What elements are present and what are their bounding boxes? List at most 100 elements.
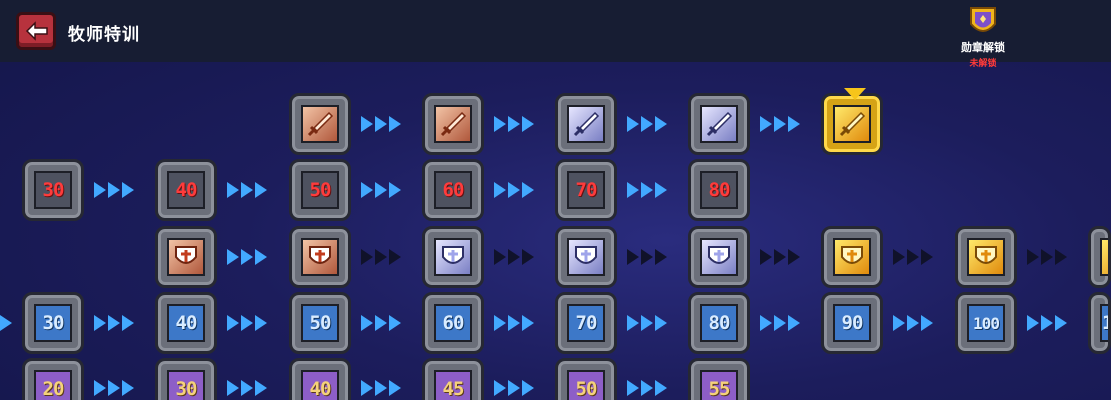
blue-level-node[interactable]: 100 [955,292,1017,354]
red-level-node[interactable]: 80 [688,159,750,221]
blue-level-node[interactable]: 80 [688,292,750,354]
red-level-node[interactable]: 60 [422,159,484,221]
sword-node-2[interactable] [422,93,484,155]
level-number: 100 [973,313,1000,333]
blue-level-node[interactable]: 1 [1088,292,1111,354]
medal-label: 勋章解锁 [961,41,1005,54]
progress-arrows [494,180,540,200]
level-number: 30 [175,378,198,400]
sword-node-1[interactable] [289,93,351,155]
shield-node-5[interactable] [688,226,750,288]
sword-copper-icon [301,105,339,143]
progress-arrows-locked [627,247,673,267]
level-number: 90 [841,312,864,334]
purple-level-node[interactable]: 30 [155,358,217,400]
progress-arrows [361,378,407,398]
purple-level-node[interactable]: 50 [555,358,617,400]
red-level-node[interactable]: 70 [555,159,617,221]
level-number: 80 [708,312,731,334]
shield-gold-icon [967,238,1005,276]
level-number: 30 [42,312,65,334]
shield-gold-icon [1100,238,1108,276]
medal-shield-icon [970,7,996,32]
progress-arrows [227,180,273,200]
shield-node-1[interactable] [155,226,217,288]
progress-arrows [627,313,673,333]
level-number: 55 [708,378,731,400]
level-number: 70 [575,179,598,201]
shield-silver-icon [700,238,738,276]
purple-level-node[interactable]: 45 [422,358,484,400]
blue-level-node[interactable]: 50 [289,292,351,354]
progress-arrows-locked [361,247,407,267]
progress-arrows [361,313,407,333]
purple-level-node[interactable]: 20 [22,358,84,400]
current-marker-icon [844,88,866,100]
back-button[interactable] [16,12,56,50]
progress-arrows [227,313,273,333]
level-number: 50 [309,179,332,201]
sword-gold-icon [833,105,871,143]
shield-gold-icon [833,238,871,276]
medal-unlock-button[interactable]: 勋章解锁 未解锁 [948,4,1018,69]
shield-node-4[interactable] [555,226,617,288]
progress-arrows [227,247,273,267]
level-number: 45 [442,378,465,400]
progress-arrows [760,114,806,134]
sword-node-3[interactable] [555,93,617,155]
sword-node-5[interactable] [821,88,883,155]
sword-silver-icon [567,105,605,143]
progress-arrows [627,180,673,200]
level-number: 20 [42,378,65,400]
red-level-node[interactable]: 50 [289,159,351,221]
level-number: 40 [175,312,198,334]
level-number: 50 [575,378,598,400]
progress-arrows [494,378,540,398]
progress-arrows [94,378,140,398]
shield-silver-icon [434,238,472,276]
shield-node-3[interactable] [422,226,484,288]
level-number: 70 [575,312,598,334]
shield-node-7[interactable] [955,226,1017,288]
progress-arrows-locked [760,247,806,267]
level-number: 80 [708,179,731,201]
purple-level-node[interactable]: 40 [289,358,351,400]
red-level-node[interactable]: 40 [155,159,217,221]
progress-arrows [94,313,140,333]
blue-level-node[interactable]: 40 [155,292,217,354]
progress-arrows [227,378,273,398]
level-number: 60 [442,179,465,201]
progress-arrows [627,114,673,134]
shield-node-6[interactable] [821,226,883,288]
purple-level-node[interactable]: 55 [688,358,750,400]
medal-status: 未解锁 [969,59,997,69]
sword-copper-icon [434,105,472,143]
level-number: 1 [1102,312,1108,334]
progress-arrows [0,313,14,333]
progress-arrows [893,313,939,333]
progress-arrows [1027,313,1073,333]
progress-arrows [361,180,407,200]
red-level-node[interactable]: 30 [22,159,84,221]
level-number: 30 [42,179,65,201]
level-number: 40 [309,378,332,400]
blue-level-node[interactable]: 60 [422,292,484,354]
blue-level-node[interactable]: 90 [821,292,883,354]
shield-node-8[interactable] [1088,226,1111,288]
level-number: 50 [309,312,332,334]
progress-arrows [361,114,407,134]
top-bar: 牧师特训 勋章解锁 未解锁 [0,0,1111,69]
progress-arrows-locked [1027,247,1073,267]
shield-node-2[interactable] [289,226,351,288]
blue-level-node[interactable]: 30 [22,292,84,354]
sword-silver-icon [700,105,738,143]
page-title: 牧师特训 [68,25,140,45]
blue-level-node[interactable]: 70 [555,292,617,354]
shield-copper-icon [167,238,205,276]
sword-node-4[interactable] [688,93,750,155]
progress-arrows [94,180,140,200]
progress-arrows [760,313,806,333]
progress-arrows-locked [494,247,540,267]
progress-arrows [494,114,540,134]
progress-arrows-locked [893,247,939,267]
